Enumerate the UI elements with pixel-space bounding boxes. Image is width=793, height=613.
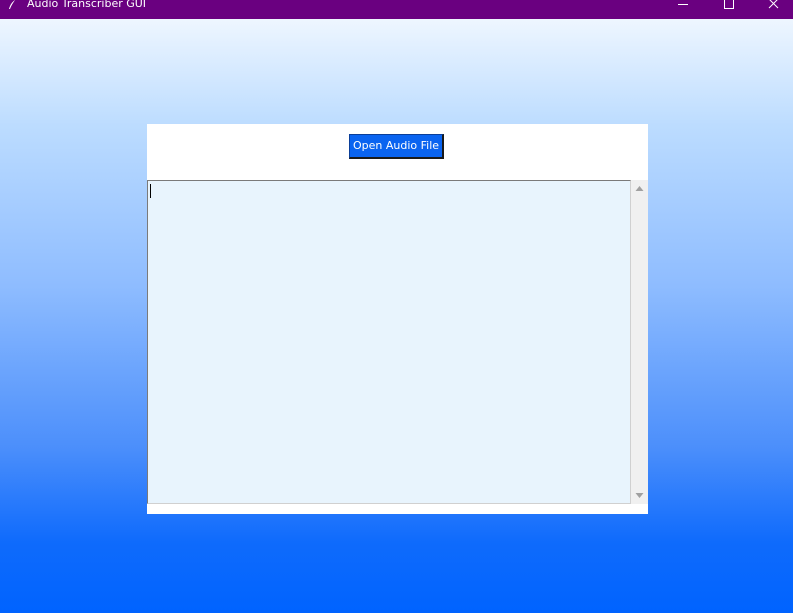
feather-icon (7, 0, 17, 10)
title-bar[interactable]: Audio Transcriber GUI (0, 0, 793, 19)
scroll-down-button[interactable] (631, 487, 648, 504)
app-window: Audio Transcriber GUI Open Audio File (0, 0, 793, 613)
arrow-down-icon (635, 493, 644, 498)
maximize-button[interactable] (706, 0, 752, 19)
open-audio-file-button[interactable]: Open Audio File (349, 134, 444, 159)
text-cursor (150, 184, 151, 198)
minimize-icon (678, 4, 688, 5)
close-button[interactable] (751, 0, 793, 19)
window-content: Open Audio File (0, 19, 793, 613)
minimize-button[interactable] (660, 0, 706, 19)
arrow-up-icon (635, 186, 644, 191)
maximize-icon (724, 0, 734, 9)
transcript-text-area[interactable] (147, 180, 631, 504)
vertical-scrollbar[interactable] (631, 180, 648, 504)
main-panel: Open Audio File (147, 124, 648, 514)
scroll-up-button[interactable] (631, 180, 648, 197)
window-title: Audio Transcriber GUI (27, 0, 147, 10)
close-icon (768, 0, 779, 9)
